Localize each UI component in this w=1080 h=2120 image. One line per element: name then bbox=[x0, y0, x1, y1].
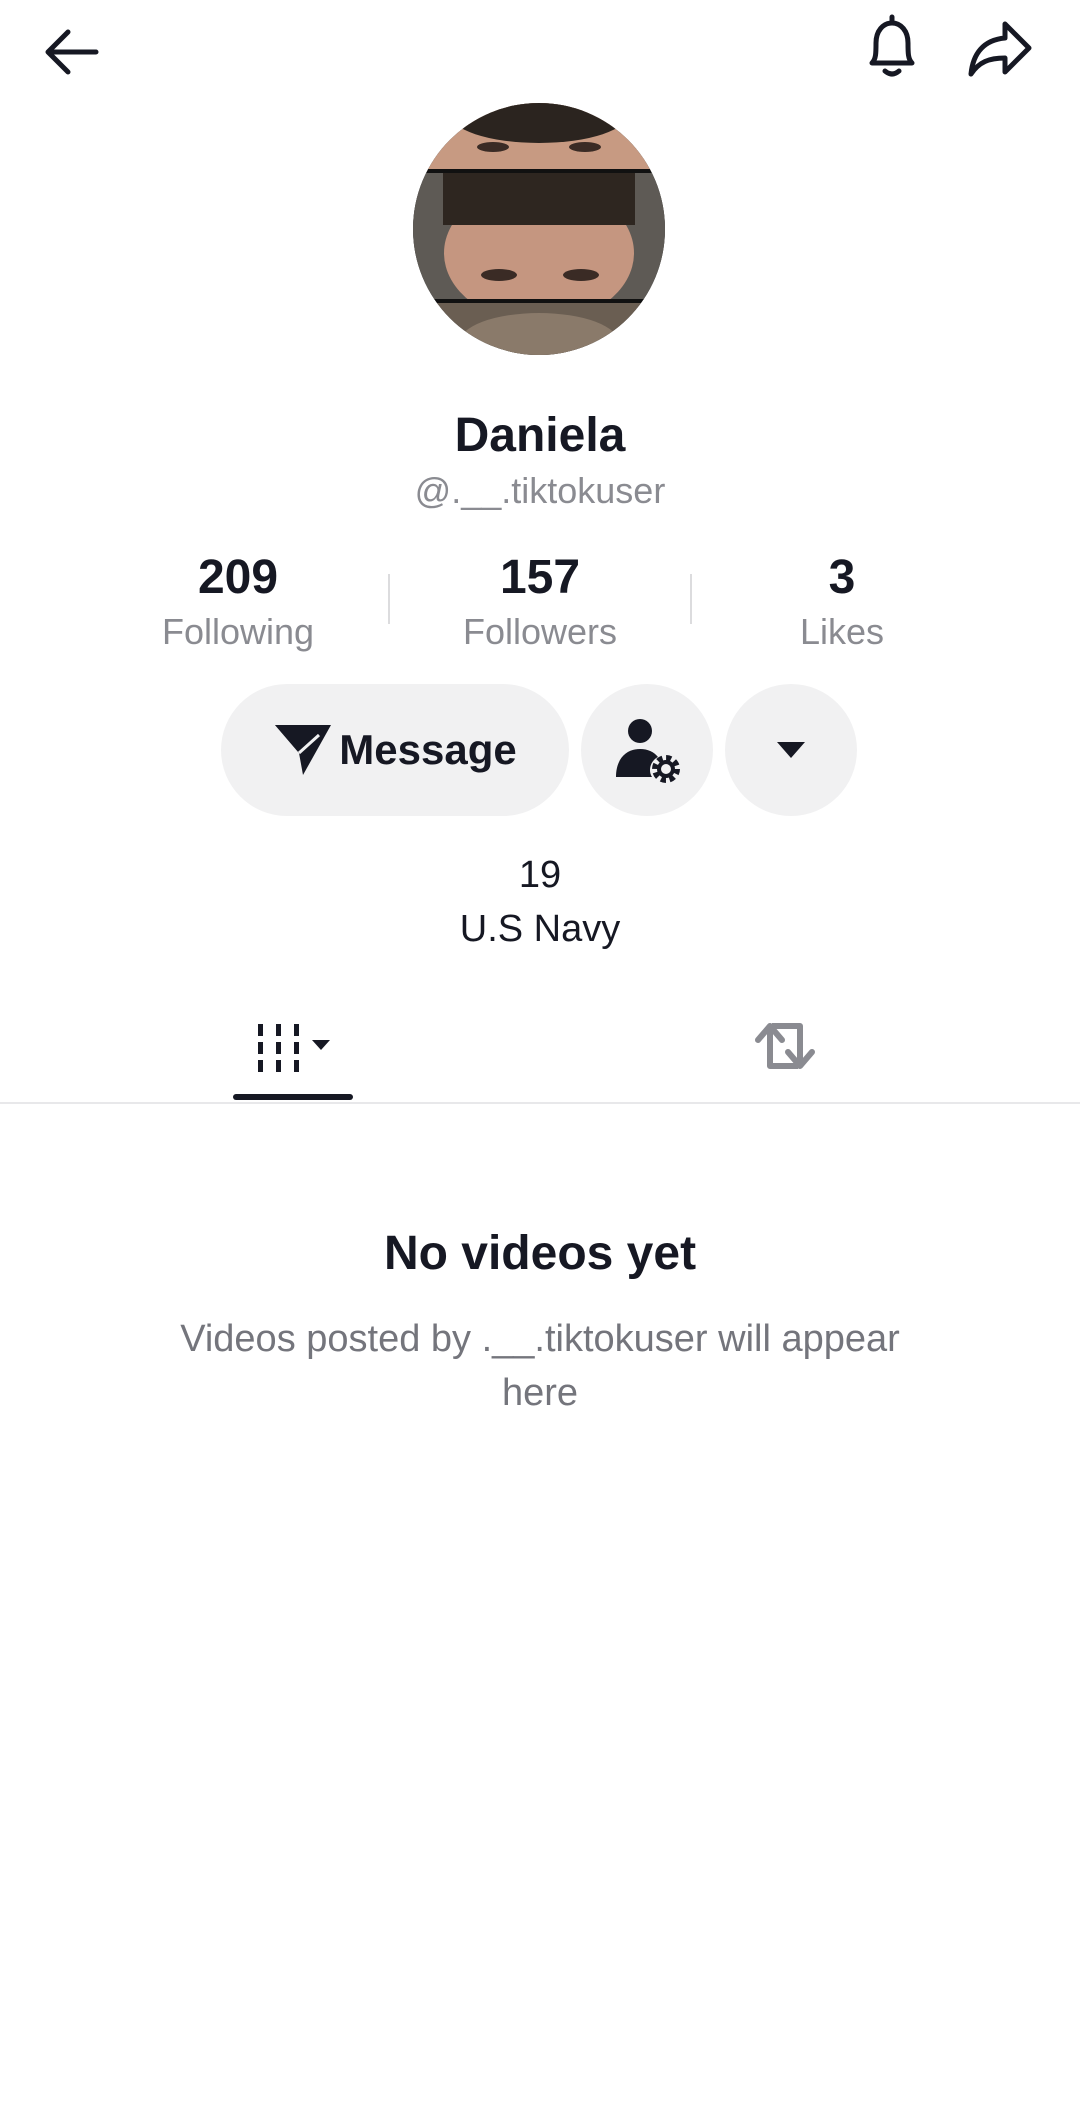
repost-icon bbox=[755, 1023, 815, 1069]
display-name: Daniela bbox=[454, 409, 626, 462]
send-icon bbox=[275, 725, 332, 775]
stat-following[interactable]: 209 Following bbox=[88, 550, 388, 656]
notifications-button[interactable] bbox=[850, 6, 934, 90]
stat-divider bbox=[388, 574, 390, 624]
active-tab-indicator bbox=[233, 1094, 353, 1100]
bio-line: 19 bbox=[518, 854, 562, 896]
following-count: 209 bbox=[197, 551, 279, 604]
likes-label: Likes bbox=[799, 611, 885, 652]
more-options-button[interactable] bbox=[725, 684, 857, 816]
friend-settings-button[interactable] bbox=[581, 684, 713, 816]
stat-followers[interactable]: 157 Followers bbox=[390, 550, 690, 656]
person-gear-icon bbox=[616, 719, 680, 783]
share-button[interactable] bbox=[958, 6, 1042, 90]
message-button-label: Message bbox=[339, 726, 517, 773]
empty-state-title: No videos yet bbox=[383, 1227, 697, 1280]
empty-state-subtitle: Videos posted by .__.tiktokuser will app… bbox=[180, 1318, 900, 1414]
stat-divider bbox=[690, 574, 692, 624]
message-button[interactable]: Message bbox=[221, 684, 569, 816]
stat-likes[interactable]: 3 Likes bbox=[692, 550, 992, 656]
bio-line: U.S Navy bbox=[459, 908, 621, 950]
caret-down-icon bbox=[777, 742, 805, 758]
profile-tabs bbox=[0, 990, 1080, 1104]
profile-bio: 19 U.S Navy bbox=[0, 848, 1080, 956]
video-grid-icon bbox=[258, 1024, 330, 1072]
followers-count: 157 bbox=[499, 551, 581, 604]
likes-count: 3 bbox=[828, 551, 856, 604]
tab-reposts[interactable] bbox=[710, 990, 860, 1102]
share-arrow-icon bbox=[968, 21, 1032, 77]
avatar-image bbox=[413, 103, 665, 355]
followers-label: Followers bbox=[462, 611, 618, 652]
back-button[interactable] bbox=[30, 10, 114, 94]
tab-videos[interactable] bbox=[220, 990, 370, 1102]
back-arrow-icon bbox=[45, 29, 99, 75]
following-label: Following bbox=[161, 611, 315, 652]
username: @.__.tiktokuser bbox=[414, 470, 666, 511]
avatar[interactable] bbox=[413, 103, 665, 355]
bell-icon bbox=[869, 14, 915, 77]
top-bar bbox=[0, 0, 1080, 100]
profile-actions: Message bbox=[0, 684, 1080, 816]
profile-stats: 209 Following 157 Followers 3 Likes bbox=[0, 550, 1080, 660]
